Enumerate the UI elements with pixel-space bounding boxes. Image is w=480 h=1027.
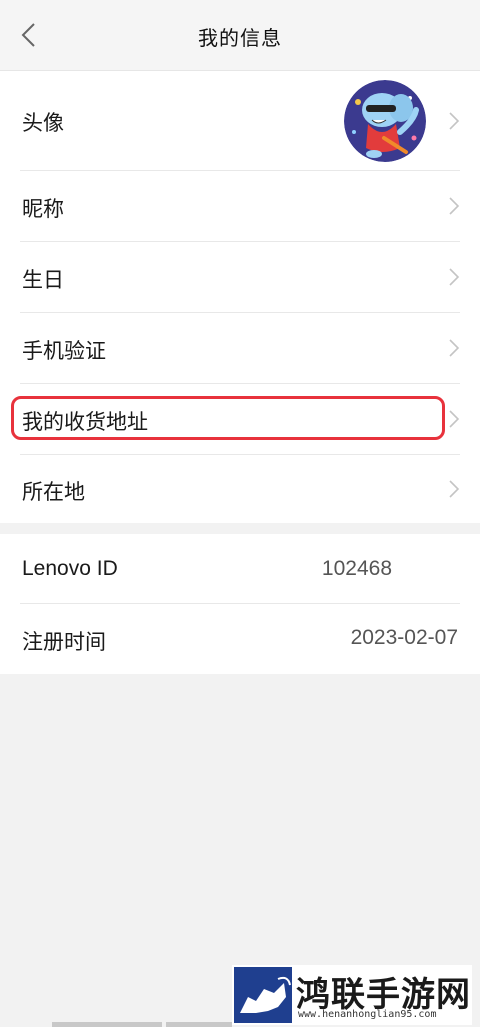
lenovo-id-value: 102468 — [321, 557, 392, 580]
birthday-row[interactable]: 生日 — [0, 242, 480, 312]
chevron-right-icon — [449, 480, 460, 498]
avatar-image — [344, 80, 426, 162]
home-indicator — [52, 1022, 162, 1027]
location-label: 所在地 — [22, 480, 85, 504]
highlight-frame — [11, 396, 445, 440]
bull-logo-icon — [234, 967, 292, 1023]
account-info-list: Lenovo ID 102468 注册时间 2023-02-07 — [0, 534, 480, 674]
location-row[interactable]: 所在地 — [0, 455, 480, 523]
birthday-label: 生日 — [22, 268, 64, 292]
lenovo-id-label: Lenovo ID — [22, 557, 118, 580]
register-time-value: 2023-02-07 — [350, 626, 458, 649]
chevron-right-icon — [449, 410, 460, 428]
page-title: 我的信息 — [198, 26, 282, 50]
chevron-right-icon — [449, 339, 460, 357]
avatar-label: 头像 — [22, 111, 64, 135]
lenovo-id-row: Lenovo ID 102468 — [0, 534, 480, 603]
nickname-row[interactable]: 昵称 — [0, 171, 480, 241]
home-indicator — [166, 1022, 232, 1027]
nickname-label: 昵称 — [22, 197, 64, 221]
watermark-url: www.henanhonglian95.com — [298, 1009, 437, 1020]
register-time-row: 注册时间 2023-02-07 — [0, 604, 480, 674]
chevron-right-icon — [449, 268, 460, 286]
chevron-right-icon — [449, 112, 460, 130]
phone-verify-label: 手机验证 — [22, 339, 106, 363]
top-bar: 我的信息 — [0, 0, 480, 71]
register-time-label: 注册时间 — [22, 630, 106, 654]
avatar[interactable] — [344, 80, 426, 162]
watermark: 鸿联手游网 www.henanhonglian95.com — [232, 965, 472, 1025]
phone-verify-row[interactable]: 手机验证 — [0, 313, 480, 383]
chevron-right-icon — [449, 197, 460, 215]
